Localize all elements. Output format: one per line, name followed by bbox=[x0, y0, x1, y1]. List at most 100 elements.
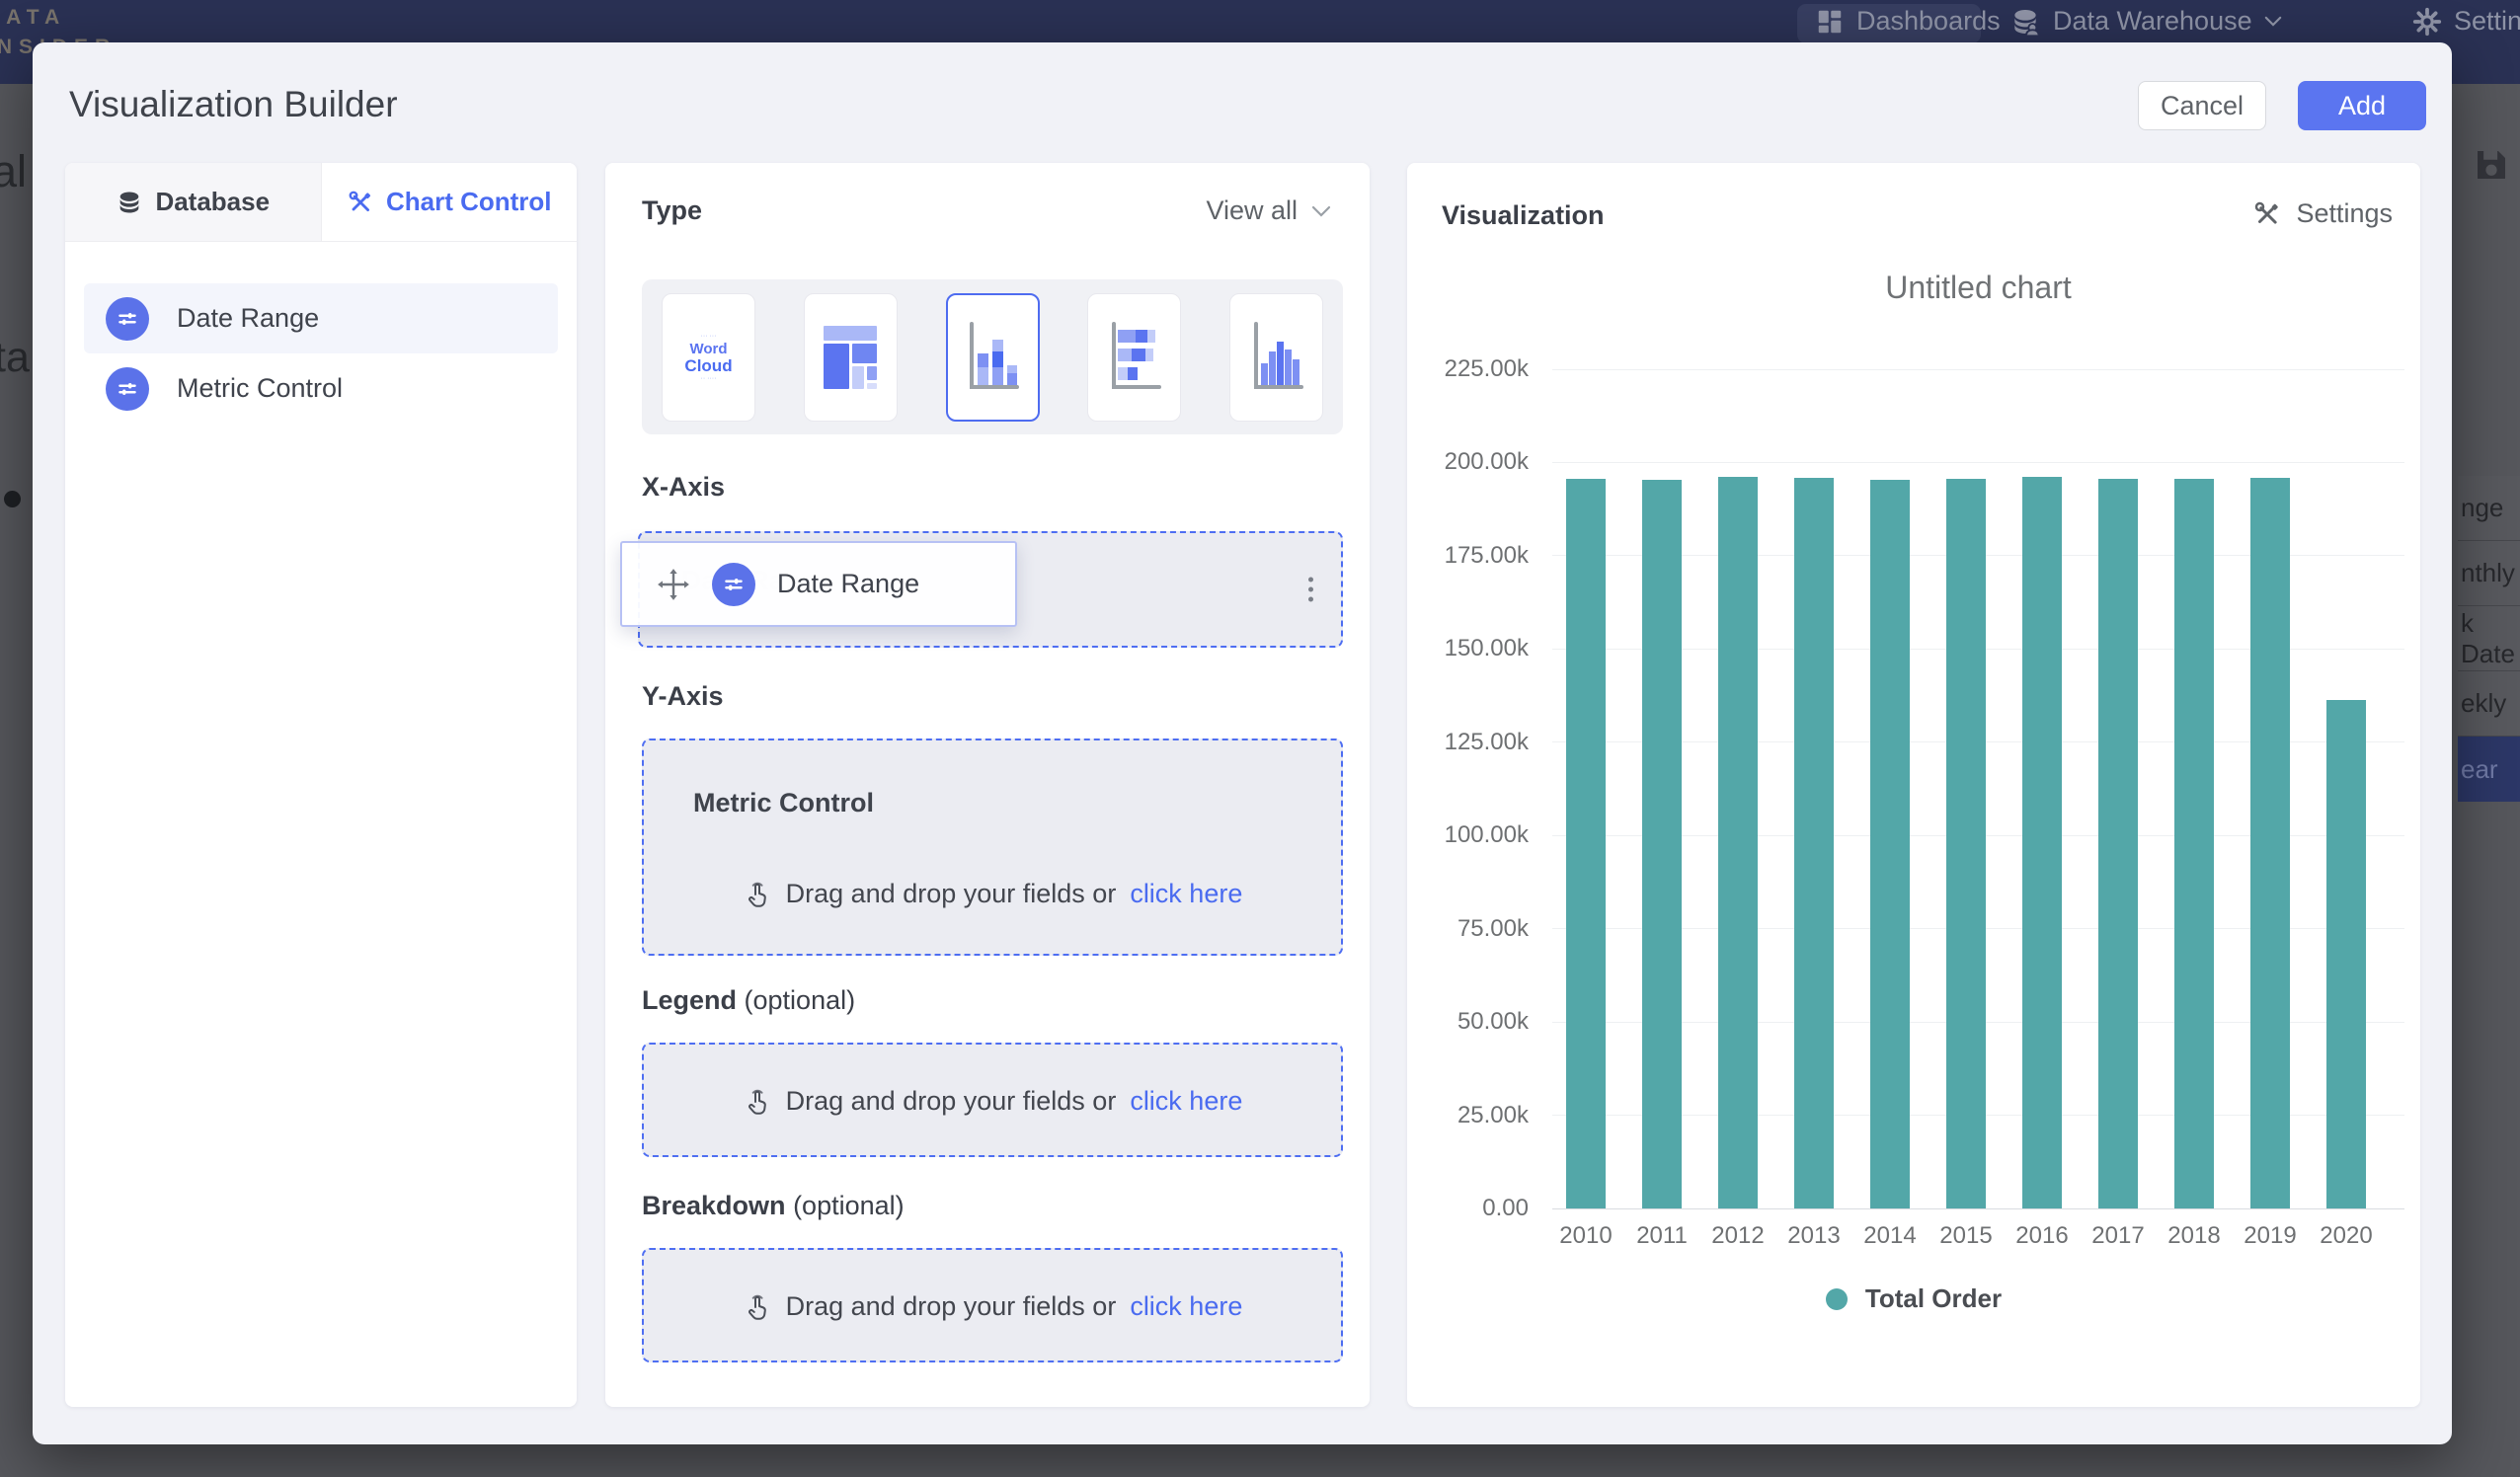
control-field-icon bbox=[712, 563, 755, 606]
settings-tools-icon bbox=[2252, 199, 2282, 229]
y-tick-label: 150.00k bbox=[1420, 635, 1529, 662]
click-here-link[interactable]: click here bbox=[1130, 1291, 1242, 1322]
dragged-field-chip-date-range[interactable]: Date Range bbox=[620, 541, 1017, 627]
dropzone-hint: Drag and drop your fields or click here bbox=[644, 1086, 1341, 1117]
chart-type-histogram[interactable] bbox=[1229, 293, 1323, 422]
y-axis-dropzone[interactable]: Metric Control Drag and drop your fields… bbox=[642, 738, 1343, 956]
cancel-button[interactable]: Cancel bbox=[2138, 81, 2266, 130]
background-menu-item-selected: ear bbox=[2458, 737, 2520, 802]
dropzone-hint-text: Drag and drop your fields or bbox=[786, 879, 1117, 909]
view-all-dropdown[interactable]: View all bbox=[1206, 195, 1331, 226]
metric-control-label: Metric Control bbox=[693, 788, 874, 818]
chart-type-selector: ··· ··· Word Cloud ·· ···· bbox=[642, 279, 1343, 434]
builder-panel: Type View all ··· ··· Word Cloud ·· ···· bbox=[605, 163, 1370, 1407]
tab-chart-control[interactable]: Chart Control bbox=[322, 163, 578, 241]
x-axis-heading: X-Axis bbox=[642, 472, 725, 503]
y-tick-label: 175.00k bbox=[1420, 542, 1529, 570]
add-button[interactable]: Add bbox=[2298, 81, 2426, 130]
drag-chip-label: Date Range bbox=[777, 569, 919, 599]
visualization-heading: Visualization bbox=[1442, 200, 1605, 231]
hand-tap-icon bbox=[743, 1087, 772, 1117]
screen: DATA INSIDER Dashboards Data Warehouse S… bbox=[0, 0, 2520, 1477]
bar-2017 bbox=[2098, 479, 2138, 1208]
chart-plot-area: 0.0025.00k50.00k75.00k100.00k125.00k150.… bbox=[1552, 369, 2404, 1208]
chart-legend-item[interactable]: Total Order bbox=[1407, 1283, 2420, 1314]
chart-type-treemap[interactable] bbox=[804, 293, 898, 422]
bar-2011 bbox=[1642, 480, 1682, 1208]
chart-settings-button[interactable]: Settings bbox=[2252, 198, 2393, 229]
bar-2010 bbox=[1566, 479, 1606, 1208]
y-tick-label: 25.00k bbox=[1420, 1102, 1529, 1129]
field-item-label: Date Range bbox=[177, 303, 319, 334]
breakdown-dropzone[interactable]: Drag and drop your fields or click here bbox=[642, 1248, 1343, 1362]
y-tick-label: 100.00k bbox=[1420, 821, 1529, 849]
bar-2019 bbox=[2250, 478, 2290, 1208]
nav-settings: Settings bbox=[2412, 0, 2520, 42]
tab-database-label: Database bbox=[155, 187, 270, 217]
click-here-link[interactable]: click here bbox=[1130, 1086, 1242, 1117]
hand-tap-icon bbox=[743, 1292, 772, 1322]
y-tick-label: 125.00k bbox=[1420, 729, 1529, 756]
chart-type-word-cloud[interactable]: ··· ··· Word Cloud ·· ···· bbox=[662, 293, 755, 422]
kebab-menu-icon[interactable] bbox=[1302, 572, 1319, 608]
histogram-icon bbox=[1246, 316, 1307, 399]
y-tick-label: 200.00k bbox=[1420, 448, 1529, 476]
x-tick-label: 2020 bbox=[2302, 1222, 2391, 1250]
bar-2018 bbox=[2174, 479, 2214, 1208]
background-menu-item: ekly bbox=[2458, 671, 2520, 737]
background-save-icon bbox=[2471, 144, 2512, 191]
move-icon bbox=[657, 568, 690, 601]
legend-heading: Legend (optional) bbox=[642, 985, 855, 1016]
legend-dot bbox=[1826, 1288, 1848, 1310]
y-tick-label: 0.00 bbox=[1420, 1195, 1529, 1222]
tab-database[interactable]: Database bbox=[65, 163, 322, 241]
legend-dropzone[interactable]: Drag and drop your fields or click here bbox=[642, 1043, 1343, 1157]
gear-icon bbox=[2412, 7, 2442, 37]
field-item-metric-control[interactable]: Metric Control bbox=[84, 353, 558, 424]
data-warehouse-icon bbox=[2009, 6, 2041, 38]
chart-type-stacked-column-selected[interactable] bbox=[946, 293, 1040, 422]
chart-settings-label: Settings bbox=[2296, 198, 2393, 229]
dropzone-hint-text: Drag and drop your fields or bbox=[786, 1086, 1117, 1117]
type-heading: Type bbox=[642, 195, 702, 226]
breakdown-optional-suffix: (optional) bbox=[793, 1191, 905, 1220]
breakdown-heading: Breakdown (optional) bbox=[642, 1191, 905, 1221]
nav-data-warehouse: Data Warehouse bbox=[2009, 0, 2282, 42]
background-text-fragment-2: ta bbox=[0, 334, 30, 382]
fields-panel-tabs: Database Chart Control bbox=[65, 163, 577, 242]
y-axis-heading: Y-Axis bbox=[642, 681, 724, 712]
view-all-label: View all bbox=[1206, 195, 1298, 226]
background-bullet-dot bbox=[4, 491, 21, 507]
chart-title: Untitled chart bbox=[1552, 270, 2404, 306]
chevron-down-icon bbox=[1311, 205, 1331, 217]
nav-dashboards-label: Dashboards bbox=[1856, 6, 2001, 37]
fields-panel: Database Chart Control Date Range Metric… bbox=[65, 163, 577, 1407]
background-text-fragment-1: al bbox=[0, 146, 27, 197]
gridline bbox=[1552, 369, 2404, 370]
background-menu-item: nthly bbox=[2458, 541, 2520, 606]
dropzone-hint: Drag and drop your fields or click here bbox=[644, 1291, 1341, 1322]
tools-icon bbox=[347, 189, 374, 216]
database-icon bbox=[116, 189, 143, 216]
background-menu-item: nge bbox=[2458, 476, 2520, 541]
chevron-down-icon bbox=[2264, 16, 2282, 27]
nav-dashboards: Dashboards bbox=[1815, 0, 2001, 42]
visualization-builder-modal: Visualization Builder Cancel Add Databas… bbox=[33, 42, 2452, 1444]
gridline bbox=[1552, 462, 2404, 463]
word-cloud-icon: ··· ··· Word Cloud ·· ···· bbox=[684, 332, 732, 383]
control-field-icon bbox=[106, 367, 149, 411]
dropzone-hint-text: Drag and drop your fields or bbox=[786, 1291, 1117, 1322]
logo-line-1: DATA bbox=[0, 6, 66, 29]
bar-2020 bbox=[2326, 700, 2366, 1208]
background-dropdown-menu: nge nthly k Date ekly ear bbox=[2458, 476, 2520, 802]
chart-type-stacked-bar[interactable] bbox=[1087, 293, 1181, 422]
hand-tap-icon bbox=[743, 880, 772, 909]
click-here-link[interactable]: click here bbox=[1130, 879, 1242, 909]
field-item-date-range[interactable]: Date Range bbox=[84, 283, 558, 353]
legend-series-label: Total Order bbox=[1865, 1283, 2002, 1314]
nav-settings-label: Settings bbox=[2454, 6, 2520, 37]
bar-2012 bbox=[1718, 477, 1758, 1208]
treemap-icon bbox=[820, 316, 881, 399]
modal-title: Visualization Builder bbox=[69, 84, 398, 125]
dashboards-icon bbox=[1815, 7, 1845, 37]
